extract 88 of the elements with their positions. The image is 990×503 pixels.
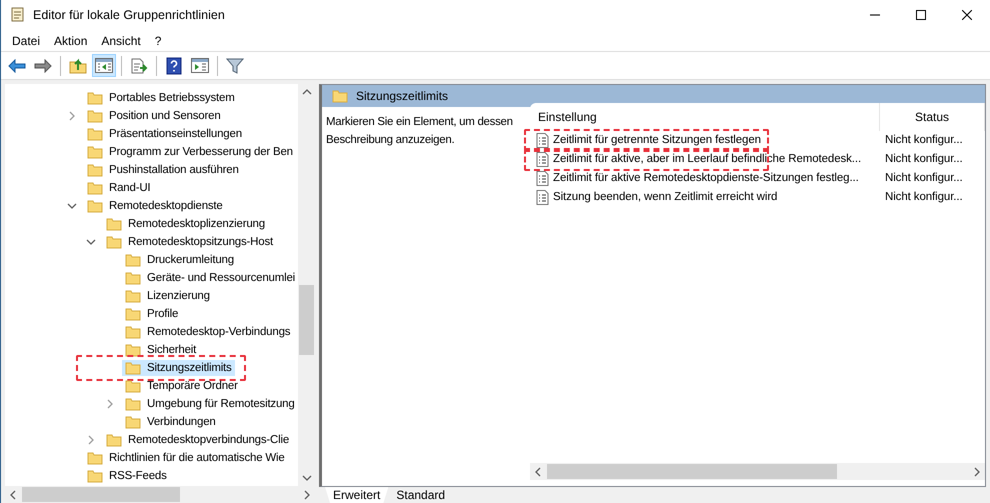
collapse-chevron-icon[interactable] [67, 201, 77, 211]
folder-icon [87, 91, 103, 105]
toolbar-button[interactable] [92, 54, 116, 77]
setting-icon [536, 133, 550, 148]
tree-item[interactable]: RSS-Feeds [84, 468, 170, 484]
maximize-icon[interactable] [916, 10, 926, 20]
folder-icon [87, 127, 103, 141]
folder-icon [125, 271, 141, 285]
scrollbar-thumb[interactable] [22, 487, 180, 502]
folder-icon [106, 235, 122, 249]
menu-item[interactable]: Ansicht [94, 30, 148, 52]
folder-up-icon [69, 58, 87, 74]
help-icon [166, 56, 182, 74]
tree-item[interactable]: Präsentationseinstellungen [84, 126, 245, 142]
export-list-icon [130, 58, 148, 74]
folder-icon [87, 109, 103, 123]
folder-icon [125, 397, 141, 411]
tree-item[interactable]: Geräte- und Ressourcenumlei [122, 270, 298, 286]
tree-item[interactable]: Pushinstallation ausführen [84, 162, 242, 178]
window-title: Editor für lokale Gruppenrichtlinien [33, 6, 225, 24]
status-text: Nicht konfigur... [884, 190, 963, 205]
details-title: Sitzungszeitlimits [356, 88, 448, 105]
column-header[interactable]: Einstellung [530, 103, 880, 131]
folder-icon [125, 307, 141, 321]
tree-item[interactable]: Lizenzierung [122, 288, 213, 304]
tree-item[interactable]: Richtlinien für die automatische Wie [84, 450, 288, 466]
tree-item[interactable]: Druckerumleitung [122, 252, 237, 268]
collapse-chevron-icon[interactable] [86, 237, 96, 247]
tree-item[interactable]: Verbindungen [122, 414, 219, 430]
folder-icon [106, 217, 122, 231]
status-text: Nicht konfigur... [884, 170, 963, 186]
tree-item[interactable]: Position und Sensoren [84, 108, 224, 124]
horizontal-scrollbar[interactable] [530, 463, 986, 480]
folder-icon [87, 145, 103, 159]
tree-item[interactable]: Remotedesktopverbindungs-Clie [103, 432, 292, 448]
folder-icon [125, 289, 141, 303]
folder-icon [125, 415, 141, 429]
tree-item[interactable]: Remotedesktopdienste [84, 198, 226, 214]
expand-chevron-icon[interactable] [67, 111, 77, 121]
close-icon[interactable] [962, 10, 972, 20]
tree-item[interactable]: Remotedesktopsitzungs-Host [103, 234, 276, 250]
expand-chevron-icon[interactable] [86, 435, 96, 445]
filter-icon [226, 56, 244, 74]
setting-name[interactable]: Sitzung beenden, wenn Zeitlimit erreicht wird [553, 188, 778, 206]
folder-icon [332, 89, 348, 103]
tree-item[interactable]: Programm zur Verbesserung der Ben [84, 144, 296, 160]
folder-icon [87, 469, 103, 483]
scrollbar-thumb[interactable] [299, 285, 314, 355]
folder-icon [125, 343, 141, 357]
setting-name[interactable]: Zeitlimit für getrennte Sitzungen festlegen [553, 132, 761, 150]
folder-icon [125, 361, 141, 375]
folder-icon [87, 181, 103, 195]
app-icon [9, 7, 25, 23]
tree-item[interactable]: Umgebung für Remotesitzung [122, 396, 298, 412]
tree-item[interactable]: Sicherheit [122, 342, 200, 358]
tab[interactable]: Erweitert [325, 487, 388, 503]
tree-item[interactable]: Profile [122, 306, 182, 322]
scrollbar-thumb[interactable] [547, 464, 838, 479]
status-text: Nicht konfigur... [884, 152, 963, 167]
column-header[interactable]: Status [880, 103, 986, 131]
tab[interactable]: Standard [388, 487, 454, 503]
tree-item[interactable]: Rand-UI [84, 180, 154, 196]
folder-icon [125, 253, 141, 267]
setting-icon [536, 171, 550, 186]
folder-icon [87, 163, 103, 177]
menu-item[interactable]: Aktion [47, 30, 94, 52]
pane-toggle-icon [95, 58, 113, 73]
tree-item[interactable]: Remotedesktoplizenzierung [103, 216, 268, 232]
menu-item[interactable]: ? [148, 30, 168, 52]
tree-item[interactable]: Sitzungszeitlimits [122, 360, 235, 376]
forward-arrow-icon [34, 58, 52, 72]
menu-item[interactable]: Datei [5, 30, 48, 52]
action-pane-icon [191, 58, 209, 73]
folder-icon [87, 451, 103, 465]
folder-icon [87, 199, 103, 213]
setting-icon [536, 190, 550, 205]
tree-item[interactable]: Portables Betriebssystem [84, 90, 238, 106]
tree-item[interactable]: Remotedesktop-Verbindungs [122, 324, 294, 340]
expand-chevron-icon[interactable] [105, 399, 115, 409]
folder-icon [125, 325, 141, 339]
folder-icon [125, 379, 141, 393]
description-text: Markieren Sie ein Element, um dessen Beschreibung anzuzeigen. [325, 115, 514, 148]
status-text: Nicht konfigur... [884, 132, 963, 148]
folder-icon [106, 433, 122, 447]
setting-name[interactable]: Zeitlimit für aktive Remotedesktopdienste-Sitzungen festleg... [553, 170, 859, 188]
setting-icon [536, 152, 550, 167]
back-arrow-icon [8, 58, 26, 72]
tree-item[interactable]: Temporäre Ordner [122, 378, 241, 394]
